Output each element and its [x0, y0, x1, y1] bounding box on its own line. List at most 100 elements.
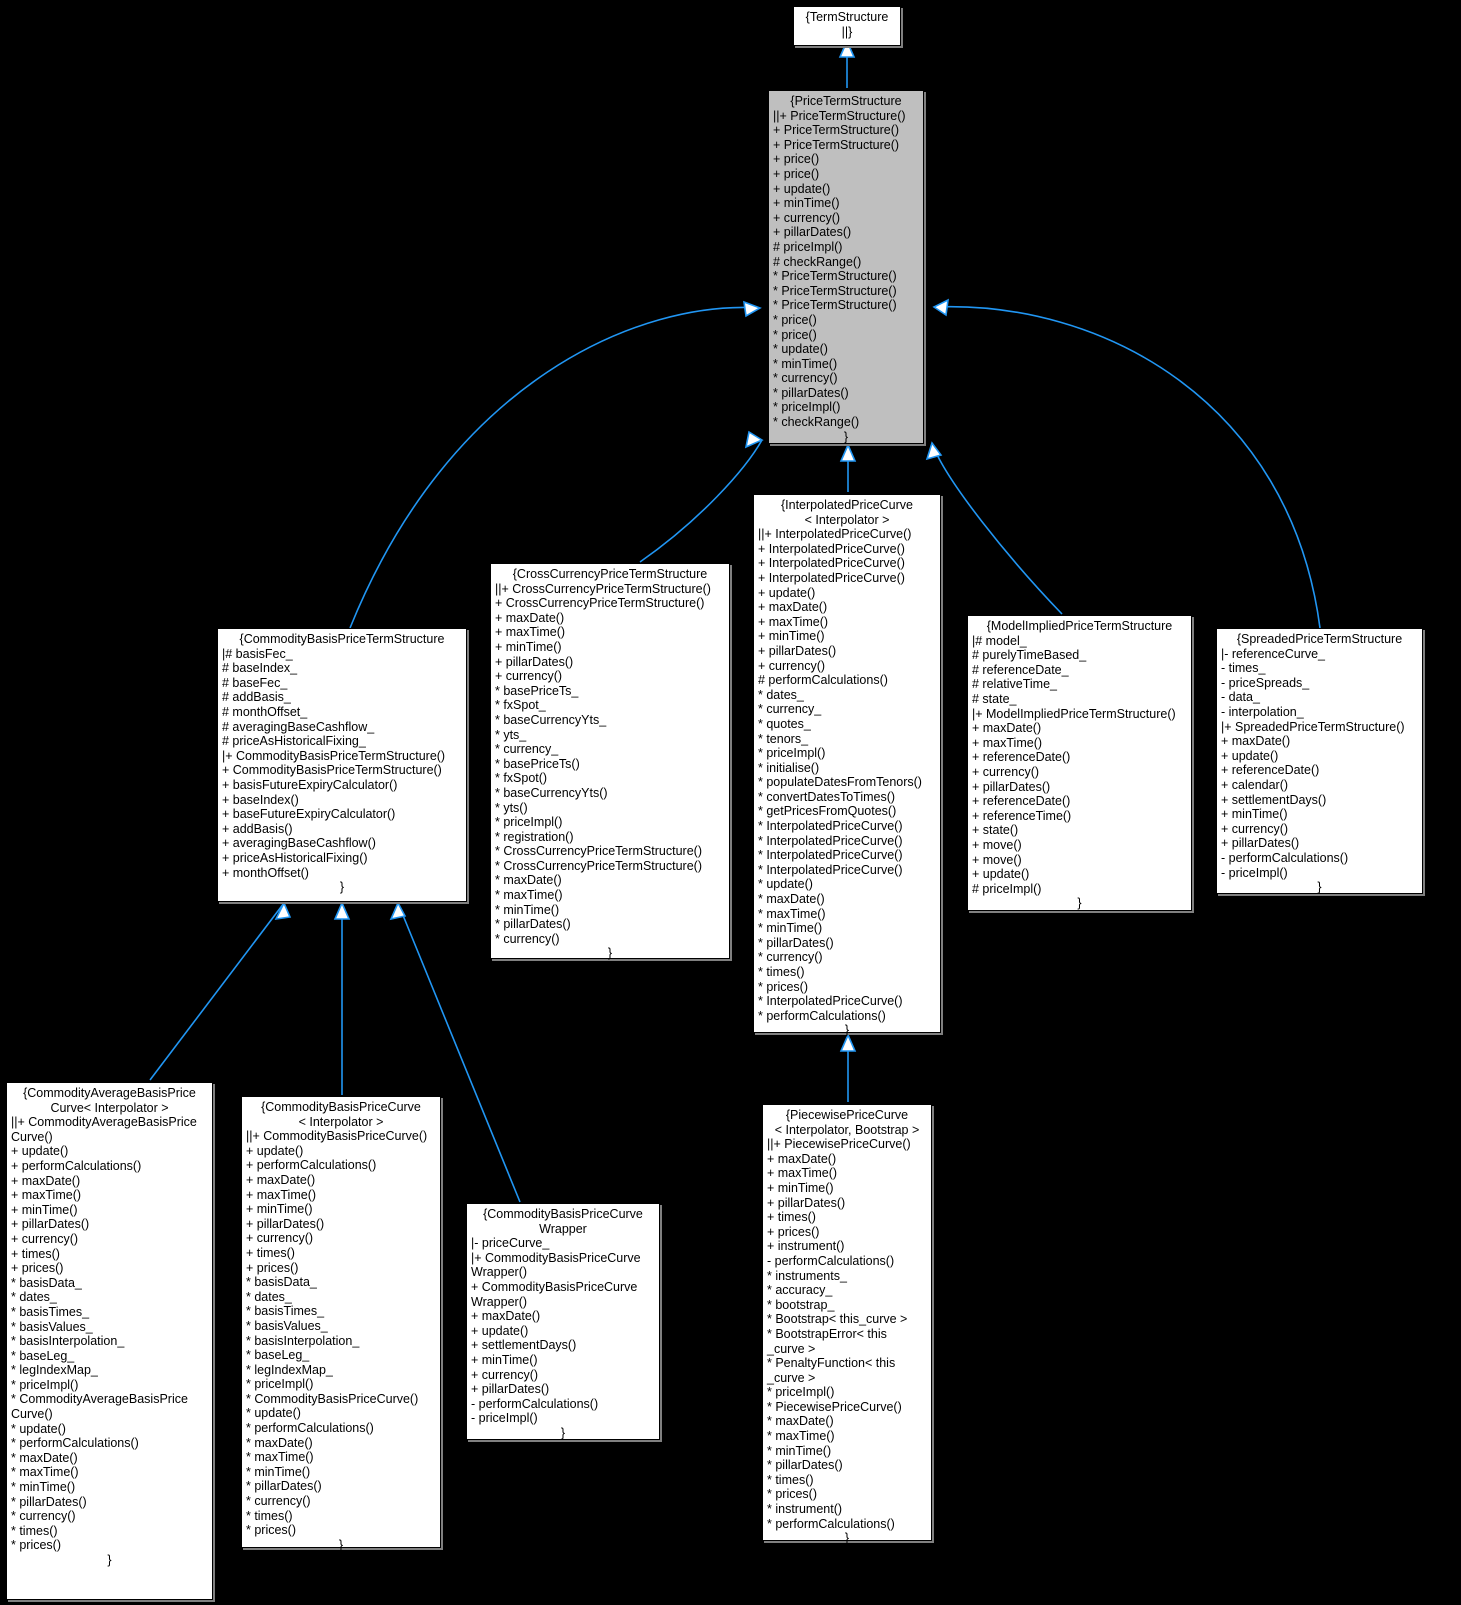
class-member: + minTime() [1221, 807, 1288, 822]
class-member: * maxTime() [767, 1429, 835, 1444]
class-member: * pillarDates() [767, 1458, 843, 1473]
class-members-commodity-average-basis-price-curve: ||+ CommodityAverageBasisPrice Curve() + … [11, 1115, 208, 1553]
uml-class-diagram-canvas: {TermStructure ||} {PriceTermStructure |… [0, 0, 1461, 1605]
class-member: + move() [972, 852, 1022, 867]
class-member: + currency() [11, 1231, 79, 1246]
class-member: * maxTime() [495, 888, 563, 903]
class-node-spreaded-price-term-structure[interactable]: {SpreadedPriceTermStructure |- reference… [1216, 628, 1423, 894]
class-member: * baseLeg_ [246, 1348, 310, 1363]
arrow-head-cbpcw [389, 901, 407, 921]
class-member: |+ SpreadedPriceTermStructure() [1221, 719, 1405, 734]
class-member: + times() [767, 1210, 816, 1225]
class-member: * pillarDates() [758, 935, 834, 950]
class-member: + priceAsHistoricalFixing() [222, 850, 368, 865]
class-member: |- referenceCurve_ [1221, 646, 1325, 661]
class-member: |- priceCurve_ [471, 1236, 550, 1251]
class-member: + currency() [758, 658, 826, 673]
class-member: |+ CommodityBasisPriceCurve Wrapper() [471, 1250, 641, 1280]
class-closer-commodity-basis-price-curve-wrapper: } [560, 1425, 566, 1440]
class-member: + currency() [972, 764, 1040, 779]
class-member: - data_ [1221, 690, 1260, 705]
class-member: * prices() [11, 1538, 62, 1553]
class-title-interpolated-price-curve: {InterpolatedPriceCurve < Interpolator > [780, 498, 914, 527]
class-member: * prices() [767, 1487, 818, 1502]
class-member: ||+ CommodityBasisPriceCurve() [246, 1129, 428, 1144]
arrow-head-cbpc [333, 901, 351, 920]
class-member: * quotes_ [758, 716, 811, 731]
class-member: + settlementDays() [1221, 792, 1327, 807]
class-member: * CommodityBasisPriceCurve() [246, 1391, 419, 1406]
class-members-commodity-basis-price-term-structure: |# basisFec_ # baseIndex_ # baseFec_ # addB… [222, 647, 462, 881]
class-member: * PriceTermStructure() [773, 269, 897, 284]
class-member: + minTime() [246, 1202, 313, 1217]
class-member: + addBasis() [222, 821, 293, 836]
class-member: * Bootstrap< this_curve > [767, 1312, 908, 1327]
class-member: + update() [972, 867, 1030, 882]
class-member: # priceAsHistoricalFixing_ [222, 734, 366, 749]
class-member: + currency() [773, 210, 841, 225]
class-title-cross-currency-price-term-structure: {CrossCurrencyPriceTermStructure [512, 567, 708, 581]
class-member: + price() [773, 152, 820, 167]
class-member: + PriceTermStructure() [773, 137, 900, 152]
class-member: * tenors_ [758, 731, 809, 746]
class-member: * price() [773, 327, 817, 342]
class-member: + times() [246, 1245, 295, 1260]
class-member: # referenceDate_ [972, 662, 1069, 677]
class-member: + maxDate() [11, 1173, 81, 1188]
class-closer-commodity-basis-price-curve: } [338, 1537, 344, 1552]
class-member: * minTime() [246, 1464, 311, 1479]
class-member: * CrossCurrencyPriceTermStructure() [495, 844, 702, 859]
class-member: * baseCurrencyYts() [495, 785, 608, 800]
edge-mipts-to-pts [931, 442, 1063, 615]
class-member: ||+ CommodityAverageBasisPrice Curve() [11, 1115, 197, 1144]
edge-cabpc-to-cbpts [149, 902, 285, 1081]
class-member: + monthOffset() [222, 865, 309, 880]
class-member: * pillarDates() [11, 1494, 87, 1509]
class-members-piecewise-price-curve: ||+ PiecewisePriceCurve() + maxDate() + ma… [767, 1137, 927, 1531]
class-member: # baseFec_ [222, 675, 288, 690]
class-member: ||+ PiecewisePriceCurve() [767, 1137, 911, 1152]
class-member: # baseIndex_ [222, 661, 298, 676]
class-node-commodity-basis-price-curve-wrapper[interactable]: {CommodityBasisPriceCurve Wrapper |- pri… [466, 1203, 660, 1440]
class-member: * minTime() [11, 1480, 76, 1495]
class-member: + performCalculations() [11, 1158, 142, 1173]
class-member: |# basisFec_ [222, 646, 293, 661]
class-member: * priceImpl() [11, 1377, 79, 1392]
class-member: * times() [767, 1472, 814, 1487]
class-member: * InterpolatedPriceCurve() [758, 833, 903, 848]
class-node-commodity-average-basis-price-curve[interactable]: {CommodityAverageBasisPrice Curve< Inter… [6, 1082, 213, 1600]
class-member: + settlementDays() [471, 1338, 577, 1353]
class-closer-commodity-average-basis-price-curve: } [107, 1553, 112, 1567]
class-member: + minTime() [773, 196, 840, 211]
class-member: + maxDate() [1221, 734, 1291, 749]
class-member: + CrossCurrencyPriceTermStructure() [495, 596, 705, 611]
class-member: + update() [773, 181, 831, 196]
class-member: # addBasis_ [222, 690, 291, 705]
class-member: + minTime() [11, 1202, 78, 1217]
class-member: * times() [11, 1523, 58, 1538]
class-node-commodity-basis-price-curve[interactable]: {CommodityBasisPriceCurve < Interpolator… [241, 1096, 441, 1552]
class-member: + pillarDates() [773, 225, 852, 240]
class-node-piecewise-price-curve[interactable]: {PiecewisePriceCurve < Interpolator, Boo… [762, 1104, 932, 1545]
class-member: + update() [758, 585, 816, 600]
class-node-commodity-basis-price-term-structure[interactable]: {CommodityBasisPriceTermStructure |# bas… [217, 628, 467, 902]
class-member: * maxTime() [11, 1465, 79, 1480]
class-node-term-structure[interactable]: {TermStructure ||} [793, 6, 901, 46]
class-node-cross-currency-price-term-structure[interactable]: {CrossCurrencyPriceTermStructure ||+ Cro… [490, 563, 730, 960]
class-node-interpolated-price-curve[interactable]: {InterpolatedPriceCurve < Interpolator >… [753, 494, 941, 1037]
class-node-price-term-structure[interactable]: {PriceTermStructure ||+ PriceTermStructu… [768, 90, 924, 444]
class-member: + maxTime() [11, 1188, 82, 1203]
class-node-model-implied-price-term-structure[interactable]: {ModelImpliedPriceTermStructure |# model… [967, 615, 1192, 911]
class-member: * registration() [495, 829, 574, 844]
class-member: * maxTime() [758, 906, 826, 921]
class-member: + referenceDate() [972, 750, 1071, 765]
class-member: * minTime() [767, 1443, 832, 1458]
class-closer-model-implied-price-term-structure: } [1077, 896, 1082, 911]
class-member: * priceImpl() [773, 400, 841, 415]
arrow-head-spts [932, 298, 949, 317]
class-member: * maxDate() [758, 892, 825, 907]
class-member: + currency() [471, 1367, 539, 1382]
class-member: + basisFutureExpiryCalculator() [222, 777, 398, 792]
class-member: + currency() [1221, 821, 1289, 836]
class-member: * BootstrapError< this _curve > [767, 1326, 887, 1356]
